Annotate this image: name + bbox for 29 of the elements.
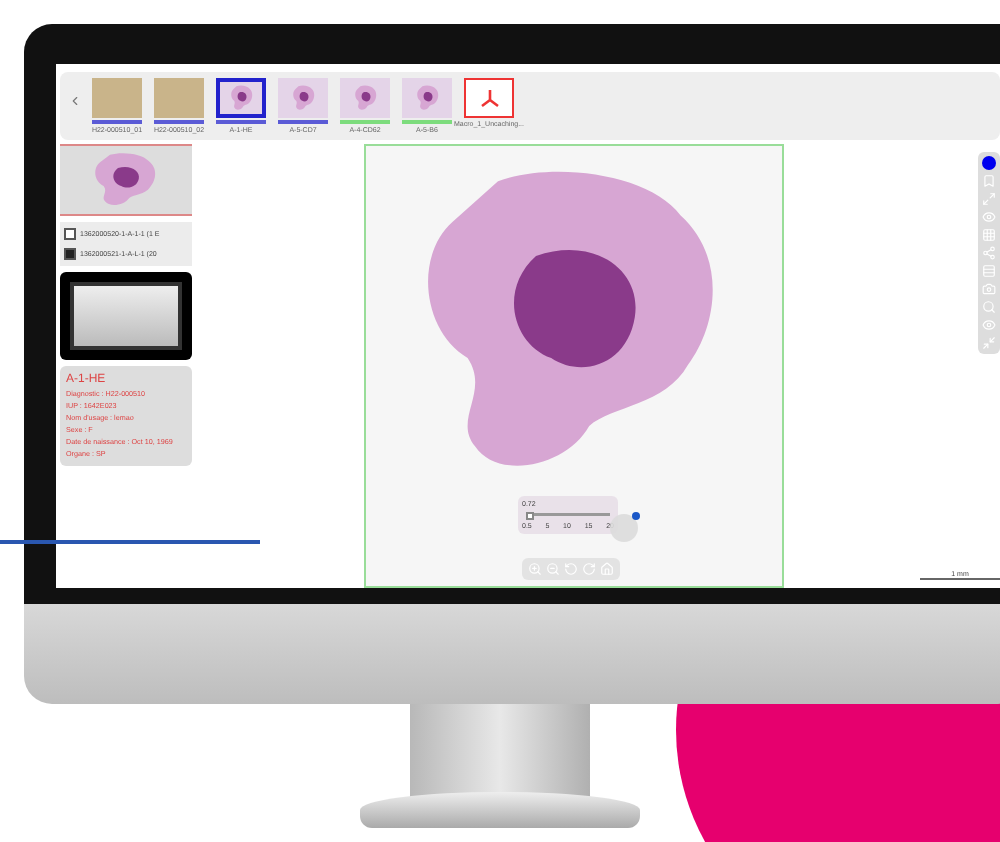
slide-thumbnail[interactable]	[402, 78, 452, 118]
chevron-left-icon[interactable]	[68, 94, 82, 108]
zoom-out-icon[interactable]	[546, 562, 560, 576]
expand-icon[interactable]	[982, 192, 996, 206]
photo-placeholder[interactable]	[154, 78, 204, 118]
pdf-thumbnail[interactable]	[464, 78, 514, 118]
zoom-slider[interactable]	[526, 510, 610, 520]
rotate-right-icon[interactable]	[582, 562, 596, 576]
checkbox[interactable]	[64, 248, 76, 260]
checkbox[interactable]	[64, 228, 76, 240]
photo-placeholder	[60, 272, 192, 360]
slide-preview[interactable]	[60, 144, 192, 216]
eye-icon[interactable]	[982, 210, 996, 224]
color-dot-icon[interactable]	[982, 156, 996, 170]
slide-thumbnail[interactable]	[216, 78, 266, 118]
grid-icon[interactable]	[982, 228, 996, 242]
search-icon[interactable]	[982, 300, 996, 314]
share-icon[interactable]	[982, 246, 996, 260]
camera-icon[interactable]	[982, 282, 996, 296]
photo-placeholder[interactable]	[92, 78, 142, 118]
rotate-left-icon[interactable]	[564, 562, 578, 576]
eye-icon[interactable]	[982, 318, 996, 332]
rows-icon[interactable]	[982, 264, 996, 278]
rotation-dial[interactable]	[610, 514, 638, 542]
slide-thumbnail[interactable]	[340, 78, 390, 118]
home-icon[interactable]	[600, 562, 614, 576]
slide-thumbnail[interactable]	[278, 78, 328, 118]
collapse-icon[interactable]	[982, 336, 996, 350]
zoom-in-icon[interactable]	[528, 562, 542, 576]
